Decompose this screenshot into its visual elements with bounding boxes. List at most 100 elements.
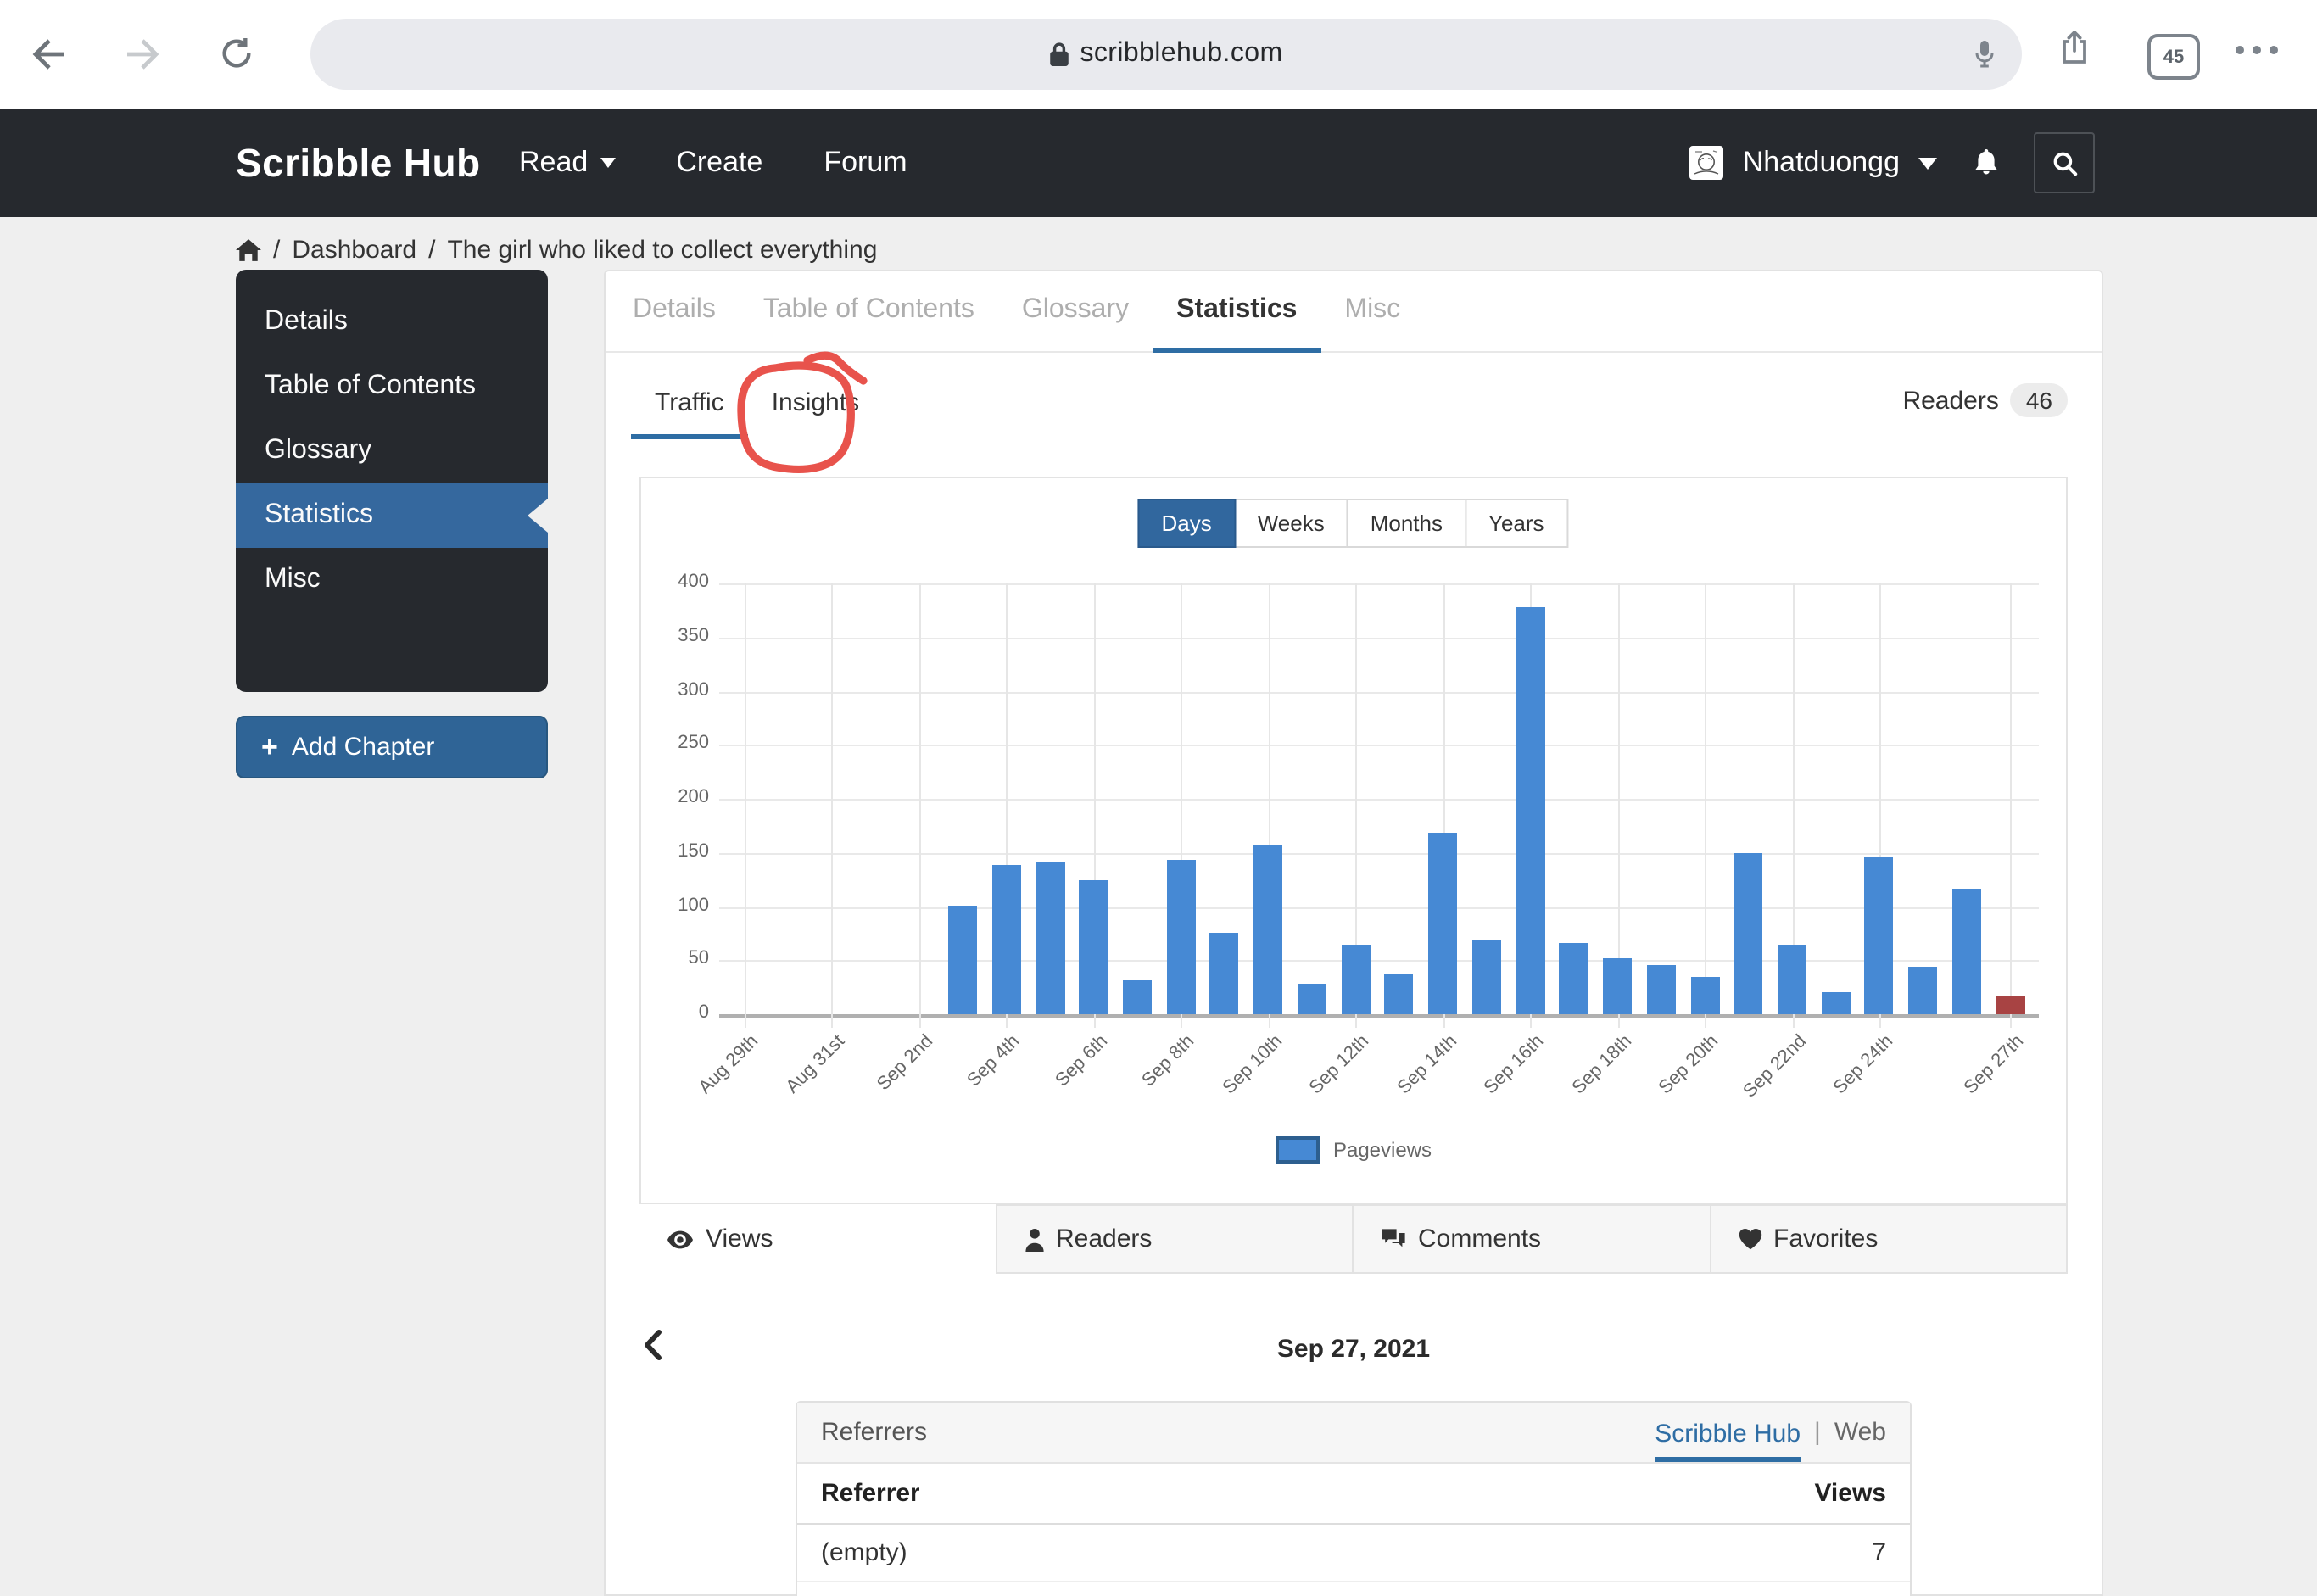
bar-sep-10th bbox=[1253, 844, 1282, 1014]
forward-icon[interactable] bbox=[124, 36, 161, 73]
reload-icon[interactable] bbox=[219, 36, 254, 71]
referrer-value: (empty) bbox=[821, 1538, 907, 1567]
breadcrumb-story-title: The girl who liked to collect everything bbox=[447, 236, 877, 265]
lock-icon bbox=[1050, 42, 1069, 66]
metric-tab-readers[interactable]: Readers bbox=[995, 1204, 1354, 1274]
bar-sep-19th bbox=[1647, 966, 1676, 1014]
subtab-traffic[interactable]: Traffic bbox=[631, 370, 748, 439]
referrers-header: Referrers Scribble Hub|Web bbox=[797, 1403, 1910, 1464]
bar-sep-20th bbox=[1690, 977, 1719, 1014]
nav-link-forum[interactable]: Forum bbox=[824, 146, 907, 180]
gridline-y bbox=[719, 638, 2039, 639]
screen: scribblehub.com 45 Scribble Hub Read Crea… bbox=[0, 0, 2317, 1596]
bar-sep-8th bbox=[1166, 859, 1195, 1014]
y-axis-tick: 400 bbox=[641, 572, 709, 592]
metric-tab-label: Views bbox=[706, 1225, 773, 1253]
y-axis-tick: 350 bbox=[641, 626, 709, 646]
referrers-title: Referrers bbox=[821, 1418, 927, 1447]
source-link-web[interactable]: Web bbox=[1834, 1418, 1886, 1447]
plus-icon: + bbox=[261, 733, 278, 762]
breadcrumb: / Dashboard / The girl who liked to coll… bbox=[236, 236, 877, 265]
sidebar-item-details[interactable]: Details bbox=[236, 290, 548, 354]
bar-sep-22nd bbox=[1778, 944, 1806, 1014]
tab-details[interactable]: Details bbox=[609, 271, 740, 353]
y-axis-tick: 200 bbox=[641, 787, 709, 807]
eye-icon bbox=[667, 1229, 694, 1249]
username[interactable]: Nhatduongg bbox=[1743, 146, 1900, 180]
bar-sep-4th bbox=[992, 866, 1021, 1014]
tab-glossary[interactable]: Glossary bbox=[998, 271, 1153, 353]
metric-tab-views[interactable]: Views bbox=[638, 1204, 997, 1274]
sidebar-item-statistics[interactable]: Statistics bbox=[236, 483, 548, 548]
more-icon[interactable] bbox=[2236, 46, 2278, 54]
story-sidebar: DetailsTable of Contents Glossary Statisti… bbox=[236, 270, 548, 692]
nav-link-create[interactable]: Create bbox=[676, 146, 762, 180]
subtab-row: Traffic Insights Readers 46 bbox=[606, 370, 2102, 439]
source-link-scribble-hub[interactable]: Scribble Hub bbox=[1655, 1420, 1801, 1462]
bar-sep-5th bbox=[1036, 862, 1064, 1014]
col-views: Views bbox=[1814, 1479, 1886, 1508]
sidebar-item-misc[interactable]: Misc bbox=[236, 548, 548, 612]
metric-tab-comments[interactable]: Comments bbox=[1352, 1204, 1711, 1274]
bar-sep-14th bbox=[1428, 832, 1457, 1014]
add-chapter-label: Add Chapter bbox=[292, 733, 434, 762]
gridline-y bbox=[719, 691, 2039, 693]
share-icon[interactable] bbox=[2061, 29, 2088, 64]
gridline-y bbox=[719, 907, 2039, 908]
gridline-x bbox=[1705, 583, 1706, 1028]
search-button[interactable] bbox=[2034, 132, 2095, 193]
bar-sep-15th bbox=[1472, 940, 1501, 1014]
microphone-icon[interactable] bbox=[1974, 41, 1995, 76]
tab-table-of-contents[interactable]: Table of Contents bbox=[740, 271, 998, 353]
subtab-insights[interactable]: Insights bbox=[748, 370, 883, 439]
notifications-icon[interactable] bbox=[1973, 149, 2000, 176]
gridline-x bbox=[832, 583, 834, 1028]
gridline-x bbox=[745, 583, 746, 1028]
home-icon[interactable] bbox=[236, 239, 261, 261]
nav-link-read[interactable]: Read bbox=[519, 146, 615, 180]
sidebar-item-table-of-contents[interactable]: Table of Contents bbox=[236, 354, 548, 419]
referrer-source-links: Scribble Hub|Web bbox=[1655, 1411, 1886, 1454]
referrers-table: Referrer Views (empty)7https://www.scrib… bbox=[797, 1464, 1910, 1596]
metric-tab-favorites[interactable]: Favorites bbox=[1709, 1204, 2068, 1274]
referrers-rows: (empty)7https://www.scribblehub.com/tag/… bbox=[797, 1525, 1910, 1596]
y-axis-tick: 100 bbox=[641, 895, 709, 915]
nav-links: Read Create Forum bbox=[519, 109, 907, 217]
tab-misc[interactable]: Misc bbox=[1320, 271, 1424, 353]
gridline-y bbox=[719, 853, 2039, 855]
site-navbar: Scribble Hub Read Create Forum Nhatduongg bbox=[0, 109, 2317, 217]
bar-sep-18th bbox=[1603, 958, 1632, 1014]
nav-link-label: Create bbox=[676, 146, 762, 180]
nav-link-label: Read bbox=[519, 146, 588, 180]
readers-count: 46 bbox=[2011, 383, 2068, 417]
user-caret-icon[interactable] bbox=[1918, 157, 1937, 169]
avatar[interactable] bbox=[1690, 146, 1724, 180]
back-icon[interactable] bbox=[31, 36, 68, 73]
site-logo[interactable]: Scribble Hub bbox=[236, 109, 481, 217]
bar-sep-6th bbox=[1079, 881, 1108, 1014]
breadcrumb-dashboard[interactable]: Dashboard bbox=[292, 236, 416, 265]
metric-tab-label: Readers bbox=[1056, 1225, 1152, 1253]
views-value: 7 bbox=[1872, 1538, 1886, 1567]
y-axis-tick: 300 bbox=[641, 679, 709, 700]
address-bar[interactable]: scribblehub.com bbox=[310, 19, 2022, 90]
breadcrumb-separator: / bbox=[273, 236, 280, 265]
y-axis-tick: 150 bbox=[641, 841, 709, 862]
readers-label: Readers bbox=[1902, 386, 1998, 415]
sidebar-item-glossary[interactable]: Glossary bbox=[236, 419, 548, 483]
browser-toolbar: scribblehub.com 45 bbox=[0, 0, 2317, 109]
bar-sep-23rd bbox=[1821, 993, 1850, 1014]
tab-statistics[interactable]: Statistics bbox=[1153, 271, 1320, 353]
tabs-icon[interactable]: 45 bbox=[2147, 34, 2200, 80]
nav-link-label: Forum bbox=[824, 146, 907, 180]
comments-icon bbox=[1381, 1228, 1406, 1250]
legend-label: Pageviews bbox=[1333, 1138, 1432, 1162]
add-chapter-button[interactable]: + Add Chapter bbox=[236, 716, 548, 778]
bar-sep-25th bbox=[1908, 967, 1937, 1014]
subtab-label: Insights bbox=[772, 388, 859, 416]
y-axis-tick: 0 bbox=[641, 1002, 709, 1023]
gridline-y bbox=[719, 583, 2039, 585]
main-panel: DetailsTable of ContentsGlossaryStatisti… bbox=[604, 270, 2103, 1596]
metric-tab-label: Favorites bbox=[1773, 1225, 1878, 1253]
sidebar-item-label: Glossary bbox=[265, 436, 371, 466]
